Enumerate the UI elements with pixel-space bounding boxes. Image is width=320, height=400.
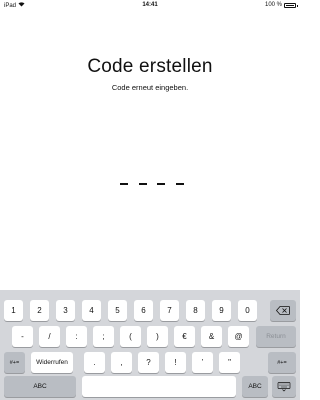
key-at[interactable]: @ bbox=[228, 326, 249, 347]
return-key[interactable]: Return bbox=[256, 326, 296, 347]
key-slash[interactable]: / bbox=[39, 326, 60, 347]
symbols-toggle-key-left[interactable]: #+= bbox=[4, 352, 25, 373]
keyboard-dismiss-icon bbox=[277, 381, 291, 391]
key-7[interactable]: 7 bbox=[160, 300, 179, 321]
hide-keyboard-key[interactable] bbox=[272, 376, 296, 397]
instruction-text: Code erneut eingeben. bbox=[111, 83, 189, 92]
key-colon[interactable]: : bbox=[66, 326, 87, 347]
passcode-slot bbox=[138, 183, 147, 185]
key-6[interactable]: 6 bbox=[134, 300, 153, 321]
key-1[interactable]: 1 bbox=[4, 300, 23, 321]
key-euro[interactable]: € bbox=[174, 326, 195, 347]
page-title: Code erstellen bbox=[87, 56, 213, 77]
passcode-field[interactable] bbox=[120, 183, 184, 185]
battery-percentage: 100 % bbox=[264, 2, 282, 8]
key-apostrophe[interactable]: ’ bbox=[192, 352, 213, 373]
status-time: 14:41 bbox=[142, 2, 158, 8]
status-bar: iPad 14:41 100 % bbox=[0, 0, 300, 11]
key-open-paren[interactable]: ( bbox=[120, 326, 141, 347]
key-quote[interactable]: " bbox=[219, 352, 240, 373]
key-2[interactable]: 2 bbox=[30, 300, 49, 321]
key-comma[interactable]: , bbox=[111, 352, 132, 373]
passcode-slot bbox=[157, 183, 166, 185]
key-3[interactable]: 3 bbox=[56, 300, 75, 321]
numeric-keyboard: 1 2 3 4 5 6 7 8 9 0 - / : ; ( ) € & @ Re… bbox=[0, 290, 300, 400]
abc-key-left[interactable]: ABC bbox=[4, 376, 76, 397]
key-4[interactable]: 4 bbox=[82, 300, 101, 321]
space-key[interactable] bbox=[82, 376, 236, 397]
passcode-slot bbox=[120, 183, 128, 185]
key-close-paren[interactable]: ) bbox=[147, 326, 168, 347]
key-0[interactable]: 0 bbox=[238, 300, 257, 321]
passcode-slot bbox=[175, 183, 184, 185]
abc-key-right[interactable]: ABC bbox=[242, 376, 268, 397]
battery-icon bbox=[284, 2, 298, 8]
status-right: 100 % bbox=[264, 2, 298, 8]
symbols-toggle-key-right[interactable]: #+= bbox=[268, 352, 296, 373]
key-exclamation[interactable]: ! bbox=[165, 352, 186, 373]
undo-key[interactable]: Widerrufen bbox=[31, 352, 73, 373]
key-semicolon[interactable]: ; bbox=[93, 326, 114, 347]
key-ampersand[interactable]: & bbox=[201, 326, 222, 347]
key-5[interactable]: 5 bbox=[108, 300, 127, 321]
key-8[interactable]: 8 bbox=[186, 300, 205, 321]
key-hyphen[interactable]: - bbox=[12, 326, 33, 347]
backspace-icon bbox=[276, 306, 290, 315]
backspace-key[interactable] bbox=[270, 300, 296, 321]
key-period[interactable]: . bbox=[84, 352, 105, 373]
key-9[interactable]: 9 bbox=[212, 300, 231, 321]
key-question[interactable]: ? bbox=[138, 352, 159, 373]
